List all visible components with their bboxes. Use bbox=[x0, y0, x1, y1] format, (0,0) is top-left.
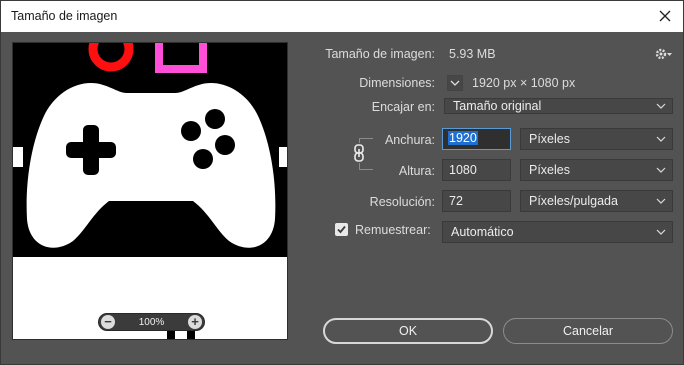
height-unit-dropdown[interactable]: Píxeles bbox=[520, 159, 673, 181]
dimensions-value: 1920 px × 1080 px bbox=[472, 76, 576, 90]
height-input[interactable]: 1080 bbox=[442, 159, 511, 181]
resample-label: Remuestrear: bbox=[355, 223, 431, 237]
resolution-unit-value: Píxeles/pulgada bbox=[529, 194, 618, 208]
height-value: 1080 bbox=[449, 163, 477, 177]
zoom-out-button[interactable]: − bbox=[101, 315, 115, 329]
zoom-in-button[interactable]: + bbox=[187, 315, 202, 329]
width-unit-value: Píxeles bbox=[529, 132, 570, 146]
dimensions-label: Dimensiones: bbox=[359, 76, 435, 90]
window-title: Tamaño de imagen bbox=[11, 9, 118, 23]
zoom-control: − 100% + bbox=[98, 313, 205, 331]
width-input[interactable]: 1920 bbox=[442, 128, 511, 150]
chevron-down-icon bbox=[656, 198, 666, 204]
close-button[interactable] bbox=[653, 5, 677, 27]
chevron-down-icon bbox=[656, 167, 666, 173]
height-label: Altura: bbox=[398, 164, 435, 178]
width-label: Anchura: bbox=[384, 133, 435, 147]
fit-to-dropdown[interactable]: Tamaño original bbox=[444, 98, 673, 114]
resolution-value: 72 bbox=[449, 194, 463, 208]
zoom-level: 100% bbox=[138, 316, 165, 328]
width-unit-dropdown[interactable]: Píxeles bbox=[520, 128, 673, 150]
cancel-button[interactable]: Cancelar bbox=[503, 318, 673, 344]
title-bar: Tamaño de imagen bbox=[1, 1, 683, 32]
resolution-input[interactable]: 72 bbox=[442, 190, 511, 212]
image-size-value: 5.93 MB bbox=[449, 47, 496, 61]
fit-to-label: Encajar en: bbox=[371, 100, 435, 114]
checkmark-icon bbox=[337, 225, 346, 234]
resample-checkbox[interactable] bbox=[335, 223, 348, 236]
fit-to-value: Tamaño original bbox=[453, 99, 542, 113]
resolution-unit-dropdown[interactable]: Píxeles/pulgada bbox=[520, 190, 673, 212]
height-unit-value: Píxeles bbox=[529, 163, 570, 177]
width-value: 1920 bbox=[448, 131, 478, 145]
image-size-label: Tamaño de imagen: bbox=[325, 47, 435, 61]
chevron-down-icon bbox=[450, 80, 460, 86]
close-icon bbox=[659, 10, 671, 22]
settings-menu-button[interactable] bbox=[655, 47, 673, 61]
image-size-dialog: Tamaño de imagen − 100% + Tamaño de imag… bbox=[0, 0, 684, 365]
image-preview[interactable] bbox=[12, 42, 288, 340]
dimensions-units-toggle[interactable] bbox=[447, 75, 463, 91]
chevron-down-icon bbox=[656, 229, 666, 235]
resample-method-dropdown[interactable]: Automático bbox=[442, 221, 673, 243]
chevron-down-icon bbox=[656, 103, 666, 109]
resolution-label: Resolución: bbox=[369, 195, 435, 209]
preview-image bbox=[13, 43, 287, 339]
ok-button[interactable]: OK bbox=[323, 318, 493, 344]
gear-icon bbox=[655, 48, 672, 60]
resample-method-value: Automático bbox=[451, 225, 514, 239]
chevron-down-icon bbox=[656, 136, 666, 142]
